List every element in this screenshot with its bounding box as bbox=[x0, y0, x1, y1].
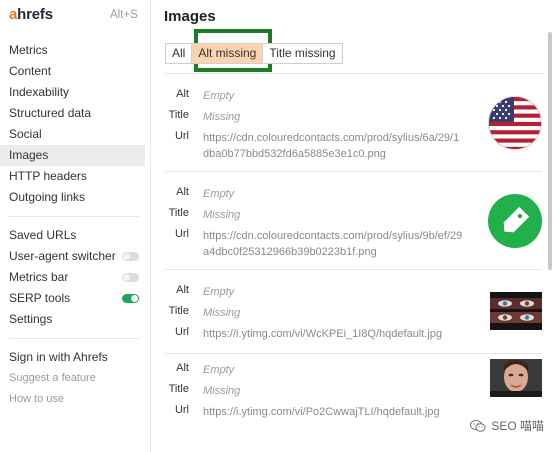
sidebar-item-settings[interactable]: Settings bbox=[0, 309, 151, 330]
title-value: Missing bbox=[203, 307, 241, 319]
sidebar-item-indexability[interactable]: Indexability bbox=[0, 82, 151, 103]
url-line: https://i.ytimg.com/vi/WcKPEi_1I8Q/hqdef… bbox=[203, 328, 443, 340]
video-thumbnail-face bbox=[490, 359, 542, 397]
url-label: Url bbox=[174, 130, 189, 142]
title-row: Title bbox=[165, 207, 189, 219]
sign-in-link[interactable]: Sign in with Ahrefs bbox=[0, 347, 151, 368]
sidebar-item-http-headers[interactable]: HTTP headers bbox=[0, 166, 151, 187]
url-line: https://cdn.colouredcontacts.com/prod/sy… bbox=[203, 230, 463, 242]
title-row: Title bbox=[165, 305, 189, 317]
tab-all[interactable]: All bbox=[165, 43, 193, 64]
sidebar-item-saved-urls[interactable]: Saved URLs bbox=[0, 225, 151, 246]
image-thumbnail[interactable] bbox=[490, 359, 542, 397]
main-panel: Images All Alt missing Title missing Alt… bbox=[151, 0, 554, 452]
sidebar-item-structured-data[interactable]: Structured data bbox=[0, 103, 151, 124]
url-value[interactable]: https://i.ytimg.com/vi/Po2CwwajTLI/hqdef… bbox=[203, 404, 483, 420]
title-row: Title bbox=[165, 383, 189, 395]
alt-label: Alt bbox=[176, 284, 189, 296]
alt-label: Alt bbox=[176, 362, 189, 374]
sidebar-item-serp-tools[interactable]: SERP tools bbox=[0, 288, 151, 309]
filter-tabs: All Alt missing Title missing bbox=[165, 43, 343, 64]
image-thumbnail[interactable] bbox=[488, 96, 542, 150]
tab-title-missing[interactable]: Title missing bbox=[263, 43, 343, 64]
sidebar-item-metrics-bar[interactable]: Metrics bar bbox=[0, 267, 151, 288]
url-row: Url bbox=[165, 404, 189, 416]
alt-row: Alt bbox=[165, 284, 189, 296]
title-label: Title bbox=[168, 305, 189, 317]
title-value: Missing bbox=[203, 209, 241, 221]
title-row: Title bbox=[165, 109, 189, 121]
url-row: Url bbox=[165, 130, 189, 142]
alt-value: Empty bbox=[203, 90, 235, 102]
sidebar-item-label: SERP tools bbox=[9, 291, 71, 305]
sidebar-item-label: User-agent switcher bbox=[9, 249, 116, 263]
wechat-icon bbox=[470, 419, 486, 432]
sidebar-item-metrics[interactable]: Metrics bbox=[0, 40, 151, 61]
sidebar: ahrefs Alt+S Metrics Content Indexabilit… bbox=[0, 0, 151, 452]
url-line: https://cdn.colouredcontacts.com/prod/sy… bbox=[203, 132, 460, 144]
image-list: Alt Empty Title Missing Url https://cdn.… bbox=[165, 74, 542, 438]
url-label: Url bbox=[174, 228, 189, 240]
image-thumbnail[interactable] bbox=[490, 292, 542, 330]
sidebar-item-label: Metrics bar bbox=[9, 270, 69, 284]
alt-value: Empty bbox=[203, 188, 235, 200]
watermark-text: SEO 喵喵 bbox=[491, 419, 544, 433]
price-tag-icon bbox=[488, 194, 542, 248]
url-line: https://i.ytimg.com/vi/Po2CwwajTLI/hqdef… bbox=[203, 406, 440, 418]
url-line: a4dbc0f25312966b39b0223b1f.png bbox=[203, 246, 377, 258]
tab-alt-missing[interactable]: Alt missing bbox=[192, 43, 264, 64]
url-line: dba0b77bbd532fd6a5885e3e1c0.png bbox=[203, 148, 386, 160]
sidebar-item-content[interactable]: Content bbox=[0, 61, 151, 82]
watermark: SEO 喵喵 bbox=[470, 417, 544, 434]
sidebar-item-outgoing-links[interactable]: Outgoing links bbox=[0, 187, 151, 208]
how-to-use-link[interactable]: How to use bbox=[0, 389, 151, 410]
list-item: Alt Empty Title Missing Url https://i.yt… bbox=[165, 270, 542, 354]
title-label: Title bbox=[168, 383, 189, 395]
suggest-feature-link[interactable]: Suggest a feature bbox=[0, 368, 151, 389]
image-thumbnail[interactable] bbox=[488, 194, 542, 248]
list-item: Alt Empty Title Missing Url https://cdn.… bbox=[165, 172, 542, 270]
page-title: Images bbox=[164, 8, 216, 25]
sidebar-item-social[interactable]: Social bbox=[0, 124, 151, 145]
video-thumbnail-eyes bbox=[490, 292, 542, 330]
url-label: Url bbox=[174, 326, 189, 338]
sidebar-item-images[interactable]: Images bbox=[0, 145, 145, 166]
title-label: Title bbox=[168, 109, 189, 121]
title-value: Missing bbox=[203, 385, 241, 397]
alt-row: Alt bbox=[165, 88, 189, 100]
alt-label: Alt bbox=[176, 186, 189, 198]
user-agent-switcher-toggle[interactable] bbox=[122, 252, 139, 261]
scrollbar[interactable] bbox=[548, 32, 552, 270]
url-row: Url bbox=[165, 228, 189, 240]
sidebar-divider bbox=[9, 216, 139, 217]
serp-tools-toggle[interactable] bbox=[122, 294, 139, 303]
sidebar-nav: Metrics Content Indexability Structured … bbox=[0, 40, 151, 410]
ahrefs-logo: ahrefs bbox=[9, 6, 53, 23]
title-label: Title bbox=[168, 207, 189, 219]
alt-value: Empty bbox=[203, 286, 235, 298]
brand[interactable]: ahrefs bbox=[9, 6, 53, 26]
url-label: Url bbox=[174, 404, 189, 416]
url-value[interactable]: https://cdn.colouredcontacts.com/prod/sy… bbox=[203, 228, 483, 260]
list-item: Alt Empty Title Missing Url https://cdn.… bbox=[165, 74, 542, 172]
sidebar-divider bbox=[9, 338, 139, 339]
title-value: Missing bbox=[203, 111, 241, 123]
alt-value: Empty bbox=[203, 364, 235, 376]
sidebar-item-user-agent-switcher[interactable]: User-agent switcher bbox=[0, 246, 151, 267]
url-value[interactable]: https://i.ytimg.com/vi/WcKPEi_1I8Q/hqdef… bbox=[203, 326, 483, 342]
alt-row: Alt bbox=[165, 186, 189, 198]
us-flag-icon bbox=[488, 96, 542, 150]
metrics-bar-toggle[interactable] bbox=[122, 273, 139, 282]
alt-label: Alt bbox=[176, 88, 189, 100]
shortcut-hint: Alt+S bbox=[110, 9, 138, 21]
url-value[interactable]: https://cdn.colouredcontacts.com/prod/sy… bbox=[203, 130, 483, 162]
url-row: Url bbox=[165, 326, 189, 338]
alt-row: Alt bbox=[165, 362, 189, 374]
